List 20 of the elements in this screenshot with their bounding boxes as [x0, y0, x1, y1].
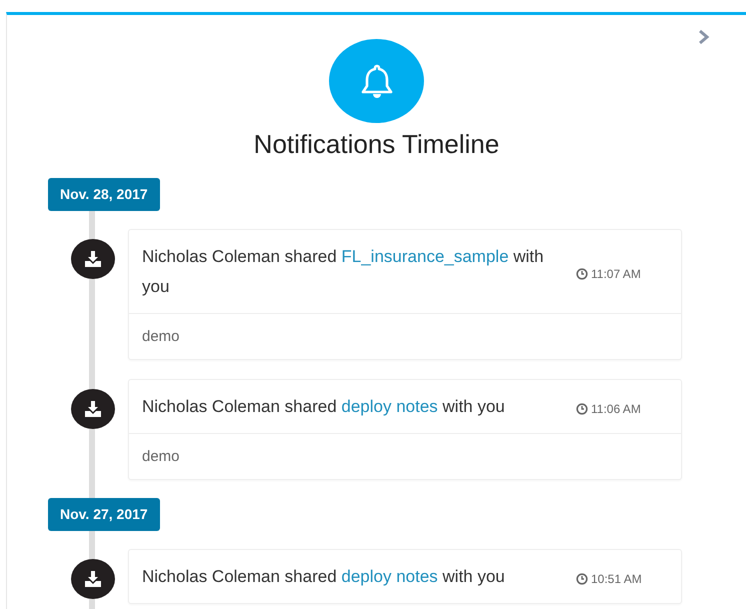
file-link[interactable]: deploy notes — [341, 567, 438, 586]
notification-message: Nicholas Coleman shared deploy notes with you — [142, 566, 506, 588]
file-link[interactable]: FL_insurance_sample — [341, 247, 509, 266]
clock-icon — [576, 573, 588, 585]
notification-note: demo — [142, 448, 180, 465]
notification-message: Nicholas Coleman shared deploy notes with you — [142, 396, 506, 418]
download-icon — [71, 239, 115, 279]
notification-time: 11:07 AM — [591, 266, 641, 283]
clock-icon — [576, 403, 588, 415]
file-link[interactable]: deploy notes — [341, 397, 438, 416]
date-badge: Nov. 28, 2017 — [48, 178, 160, 211]
notification-time: 10:51 AM — [591, 571, 642, 588]
download-icon — [71, 389, 115, 429]
clock-icon — [576, 268, 588, 280]
date-badge: Nov. 27, 2017 — [48, 498, 160, 531]
timeline-title: Notifications Timeline — [252, 129, 500, 159]
notification-message: Nicholas Coleman shared FL_insurance_sample with you — [142, 246, 545, 298]
notification-time: 11:06 AM — [591, 401, 641, 418]
download-icon — [71, 559, 115, 599]
notification-note: demo — [142, 328, 180, 345]
